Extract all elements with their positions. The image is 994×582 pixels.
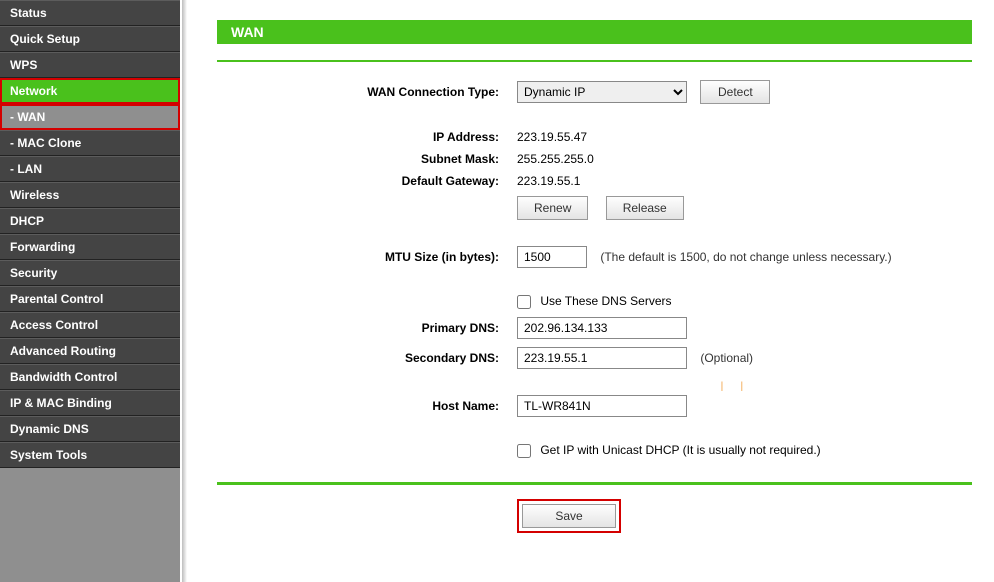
host-name-input[interactable]: [517, 395, 687, 417]
sidebar-item-wps[interactable]: WPS: [0, 52, 180, 78]
sidebar-item-system-tools[interactable]: System Tools: [0, 442, 180, 468]
label-ip-address: IP Address:: [217, 130, 517, 144]
page-title: WAN: [217, 20, 972, 44]
save-button[interactable]: Save: [522, 504, 616, 528]
sidebar-item-bandwidth-control[interactable]: Bandwidth Control: [0, 364, 180, 390]
sidebar: StatusQuick SetupWPSNetwork- WAN- MAC Cl…: [0, 0, 180, 582]
secondary-dns-input[interactable]: [517, 347, 687, 369]
value-default-gateway: 223.19.55.1: [517, 174, 580, 188]
value-subnet-mask: 255.255.255.0: [517, 152, 594, 166]
release-button[interactable]: Release: [606, 196, 684, 220]
main-content: WAN WAN Connection Type: Dynamic IP Dete…: [187, 0, 994, 582]
sidebar-item-dhcp[interactable]: DHCP: [0, 208, 180, 234]
sidebar-item-wireless[interactable]: Wireless: [0, 182, 180, 208]
label-host-name: Host Name:: [217, 399, 517, 413]
use-dns-checkbox-label[interactable]: Use These DNS Servers: [517, 294, 672, 308]
sidebar-item-security[interactable]: Security: [0, 260, 180, 286]
sidebar-item-parental-control[interactable]: Parental Control: [0, 286, 180, 312]
sidebar-item-lan[interactable]: - LAN: [0, 156, 180, 182]
wan-conn-type-select[interactable]: Dynamic IP: [517, 81, 687, 103]
divider: [217, 60, 972, 62]
sidebar-item-advanced-routing[interactable]: Advanced Routing: [0, 338, 180, 364]
sidebar-item-wan[interactable]: - WAN: [0, 104, 180, 130]
save-highlight-box: Save: [517, 499, 621, 533]
sidebar-item-network[interactable]: Network: [0, 78, 180, 104]
sidebar-menu: StatusQuick SetupWPSNetwork- WAN- MAC Cl…: [0, 0, 180, 468]
sidebar-item-status[interactable]: Status: [0, 0, 180, 26]
use-dns-checkbox[interactable]: [517, 295, 531, 309]
sidebar-item-quick-setup[interactable]: Quick Setup: [0, 26, 180, 52]
label-mtu: MTU Size (in bytes):: [217, 250, 517, 264]
primary-dns-input[interactable]: [517, 317, 687, 339]
sidebar-item-mac-clone[interactable]: - MAC Clone: [0, 130, 180, 156]
unicast-checkbox-label[interactable]: Get IP with Unicast DHCP (It is usually …: [517, 443, 821, 457]
sidebar-item-dynamic-dns[interactable]: Dynamic DNS: [0, 416, 180, 442]
unicast-checkbox[interactable]: [517, 444, 531, 458]
wan-form: WAN Connection Type: Dynamic IP Detect I…: [217, 80, 972, 533]
divider: [217, 482, 972, 485]
sidebar-item-forwarding[interactable]: Forwarding: [0, 234, 180, 260]
sidebar-item-access-control[interactable]: Access Control: [0, 312, 180, 338]
label-default-gateway: Default Gateway:: [217, 174, 517, 188]
label-subnet-mask: Subnet Mask:: [217, 152, 517, 166]
label-secondary-dns: Secondary DNS:: [217, 351, 517, 365]
sidebar-item-ip-mac-binding[interactable]: IP & MAC Binding: [0, 390, 180, 416]
value-ip-address: 223.19.55.47: [517, 130, 587, 144]
renew-button[interactable]: Renew: [517, 196, 588, 220]
mtu-hint: (The default is 1500, do not change unle…: [600, 250, 891, 264]
secondary-dns-optional: (Optional): [700, 351, 753, 365]
label-primary-dns: Primary DNS:: [217, 321, 517, 335]
label-wan-conn-type: WAN Connection Type:: [217, 85, 517, 99]
mtu-input[interactable]: [517, 246, 587, 268]
detect-button[interactable]: Detect: [700, 80, 770, 104]
